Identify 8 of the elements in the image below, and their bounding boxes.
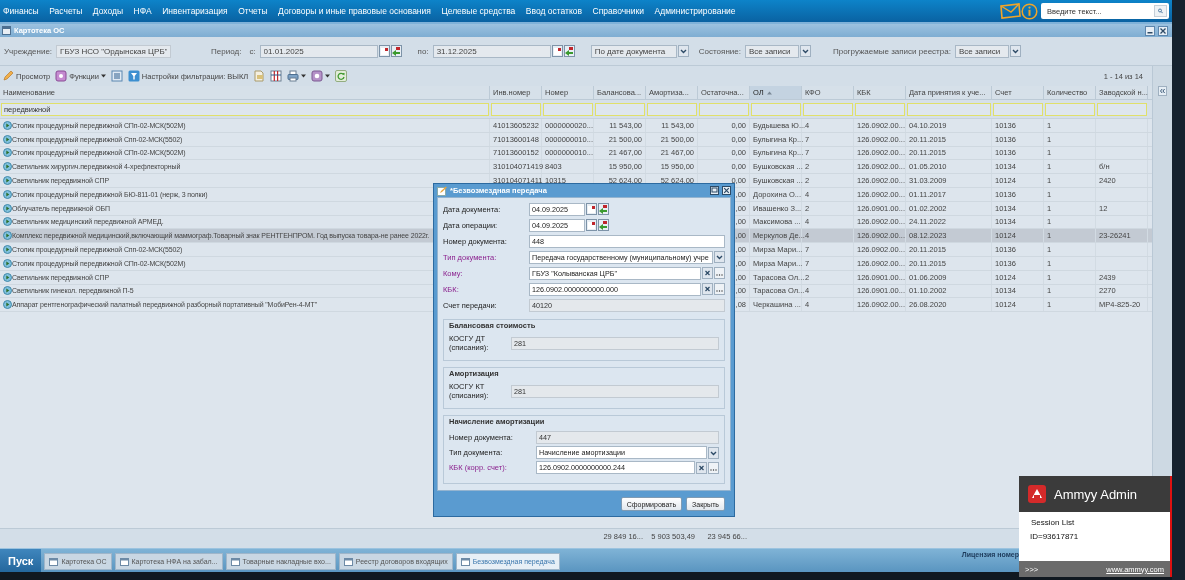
filter-label: Учреждение: bbox=[4, 46, 53, 56]
filter-label: по: bbox=[417, 46, 429, 56]
popup-title: Ammyy Admin bbox=[1054, 486, 1138, 502]
session-id: ID=93617871 bbox=[1030, 532, 1080, 541]
filter-label: с: bbox=[249, 46, 256, 56]
filter-label: Период: bbox=[211, 46, 242, 56]
filter-label: Прогружаемые записи реестра: bbox=[832, 46, 951, 56]
filter-label: Состояние: bbox=[698, 46, 741, 56]
